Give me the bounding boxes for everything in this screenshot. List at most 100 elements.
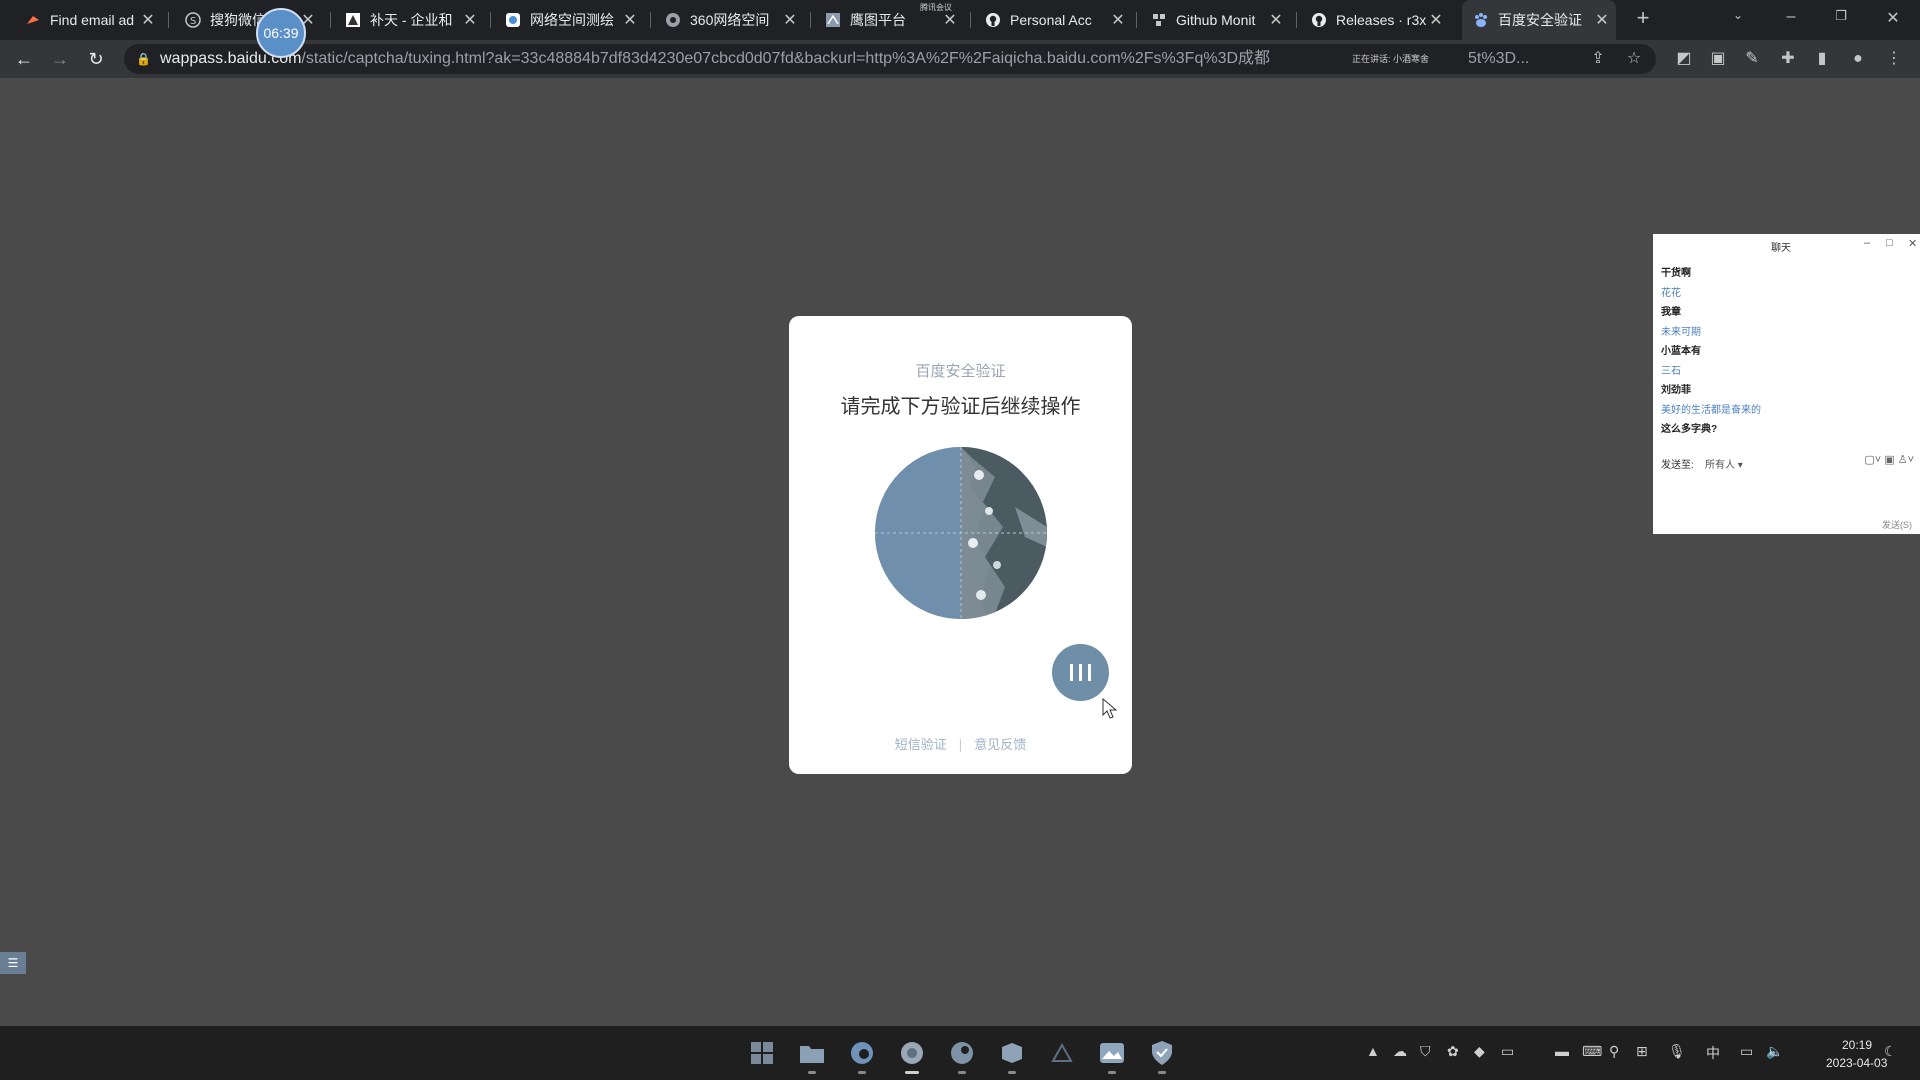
extension-c-icon[interactable]: ✎ [1740, 48, 1764, 70]
monitor-icon [1150, 11, 1168, 29]
close-tab-icon[interactable]: ✕ [460, 10, 480, 30]
running-indicator [858, 1071, 866, 1074]
chat-message: 刘劲菲 [1661, 385, 1691, 396]
bookmark-star-icon[interactable]: ☆ [1622, 48, 1646, 70]
tab-title: Releases · r3x [1336, 12, 1426, 28]
chat-header: 聊天 – □ ✕ [1653, 234, 1920, 254]
clock-time[interactable]: 20:19 [1842, 1038, 1872, 1052]
quake-icon [664, 11, 682, 29]
start-icon[interactable] [748, 1039, 776, 1067]
steam-icon[interactable] [948, 1039, 976, 1074]
tab-divider [330, 12, 331, 28]
tab-title: Github Monit [1176, 12, 1256, 28]
tray-keyboard-icon[interactable]: ⌨ [1582, 1043, 1602, 1060]
running-indicator [958, 1071, 966, 1074]
tab-divider [650, 12, 651, 28]
menu-kebab-icon[interactable]: ⋮ [1882, 48, 1906, 70]
rotate-slider-button[interactable] [1052, 644, 1109, 701]
tab-releases[interactable]: Releases · r3x ✕ [1300, 0, 1450, 40]
address-bar[interactable]: 🔒 wappass.baidu.com/static/captcha/tuxin… [124, 44, 1656, 74]
link-separator: | [958, 737, 963, 752]
reload-icon[interactable]: ↻ [84, 48, 108, 70]
close-tab-icon[interactable]: ✕ [138, 10, 158, 30]
share-icon[interactable]: ⇪ [1586, 48, 1610, 70]
captcha-card: 百度安全验证 请完成下方验证后继续操作 短信验证 | 意见反馈 [789, 316, 1132, 774]
chat-message: 三石 [1661, 365, 1681, 377]
close-window-icon[interactable]: ✕ [1878, 8, 1908, 28]
mouse-pointer-icon [1102, 697, 1118, 725]
send-to-label: 发送至: [1661, 460, 1694, 471]
chrome-icon[interactable] [898, 1039, 926, 1074]
tray-screen-icon[interactable]: ▭ [1501, 1043, 1514, 1060]
file-explorer-icon[interactable] [798, 1039, 826, 1074]
extension-b-icon[interactable]: ▣ [1706, 48, 1730, 70]
meeting-note: 腾讯会议 [920, 3, 952, 12]
tab-title: 网络空间测绘 [530, 12, 614, 28]
side-panel-handle-icon[interactable]: ☰ [0, 952, 26, 974]
chat-maximize-icon[interactable]: □ [1886, 237, 1893, 249]
close-tab-icon[interactable]: ✕ [940, 10, 960, 30]
tray-monitor-icon[interactable]: ▬ [1555, 1043, 1569, 1059]
new-tab-icon[interactable]: + [1628, 5, 1658, 31]
feedback-link[interactable]: 意见反馈 [974, 737, 1026, 752]
ime-indicator[interactable]: 中 [1706, 1043, 1720, 1063]
tab-divider [1296, 12, 1297, 28]
security-shield-icon[interactable] [1148, 1039, 1176, 1074]
send-button[interactable]: 发送(S) [1882, 518, 1912, 531]
photos-icon[interactable] [1098, 1039, 1126, 1074]
wifi-monitor-icon[interactable]: ▭ [1740, 1043, 1753, 1060]
sms-verify-link[interactable]: 短信验证 [895, 737, 947, 752]
sogou-icon: S [184, 11, 202, 29]
close-tab-icon[interactable]: ✕ [1592, 10, 1612, 30]
tray-app-icon[interactable]: ✿ [1447, 1043, 1459, 1060]
tray-shield-icon[interactable]: ⛉ [1420, 1043, 1431, 1060]
profile-icon[interactable]: ● [1846, 48, 1870, 70]
tab-github-monitor[interactable]: Github Monit ✕ [1140, 0, 1290, 40]
chat-minimize-icon[interactable]: – [1864, 237, 1870, 249]
tray-cloud-icon[interactable]: ☁ [1393, 1043, 1407, 1060]
tab-search-icon[interactable]: ⌄ [1723, 8, 1753, 22]
volume-icon[interactable]: 🔈 [1766, 1043, 1783, 1060]
edge-icon[interactable] [848, 1039, 876, 1074]
restore-icon[interactable]: ❐ [1826, 8, 1856, 24]
tab-find-email[interactable]: Find email ad ✕ [14, 0, 162, 40]
tray-box-icon[interactable]: ◆ [1474, 1043, 1485, 1060]
close-tab-icon[interactable]: ✕ [1108, 10, 1128, 30]
tray-photos-icon[interactable]: ▲ [1366, 1043, 1380, 1059]
url-text: wappass.baidu.com/static/captcha/tuxing.… [160, 44, 1420, 74]
tab-title: 百度安全验证 [1498, 12, 1582, 28]
grip-bar [1088, 664, 1091, 681]
minimize-icon[interactable]: – [1776, 8, 1806, 26]
chat-title: 聊天 [1771, 243, 1791, 254]
extensions-puzzle-icon[interactable]: ✚ [1776, 48, 1800, 70]
captcha-title: 请完成下方验证后继续操作 [840, 396, 1081, 418]
tab-fofa[interactable]: 网络空间测绘 ✕ [494, 0, 644, 40]
clock-date[interactable]: 2023-04-03 [1826, 1056, 1887, 1070]
back-icon[interactable]: ← [12, 48, 36, 70]
tab-divider [168, 12, 169, 28]
close-tab-icon[interactable]: ✕ [620, 10, 640, 30]
tray-grid-icon[interactable]: ⊞ [1636, 1043, 1648, 1060]
microphone-icon[interactable]: 🎙 [1668, 1043, 1686, 1060]
app-box-icon[interactable] [998, 1039, 1026, 1074]
notification-icon[interactable]: ☾ [1884, 1043, 1897, 1060]
tab-divider [490, 12, 491, 28]
chat-message: 未来可期 [1661, 326, 1701, 338]
close-tab-icon[interactable]: ✕ [1426, 10, 1446, 30]
extension-a-icon[interactable]: ◩ [1672, 48, 1696, 70]
network-tool-icon[interactable] [1048, 1039, 1076, 1067]
send-to-select[interactable]: 所有人 ▾ [1705, 456, 1743, 471]
hunter-icon [24, 11, 42, 29]
forward-icon[interactable]: → [48, 48, 72, 70]
tab-butian[interactable]: 补天 - 企业和 ✕ [334, 0, 484, 40]
tab-360-quake[interactable]: 360网络空间 ✕ [654, 0, 804, 40]
chat-close-icon[interactable]: ✕ [1908, 237, 1917, 250]
tray-network-icon[interactable]: ⚲ [1609, 1043, 1619, 1060]
close-tab-icon[interactable]: ✕ [780, 10, 800, 30]
close-tab-icon[interactable]: ✕ [1266, 10, 1286, 30]
tab-personal-access[interactable]: Personal Acc ✕ [974, 0, 1132, 40]
chat-tool-icons[interactable]: ▢˅ ▣ ♙˅ [1864, 453, 1914, 466]
side-panel-icon[interactable]: ▮ [1810, 48, 1834, 70]
chat-message: 美好的生活都是奋来的 [1661, 404, 1761, 416]
tab-baidu-verify[interactable]: 百度安全验证 ✕ [1462, 0, 1616, 40]
